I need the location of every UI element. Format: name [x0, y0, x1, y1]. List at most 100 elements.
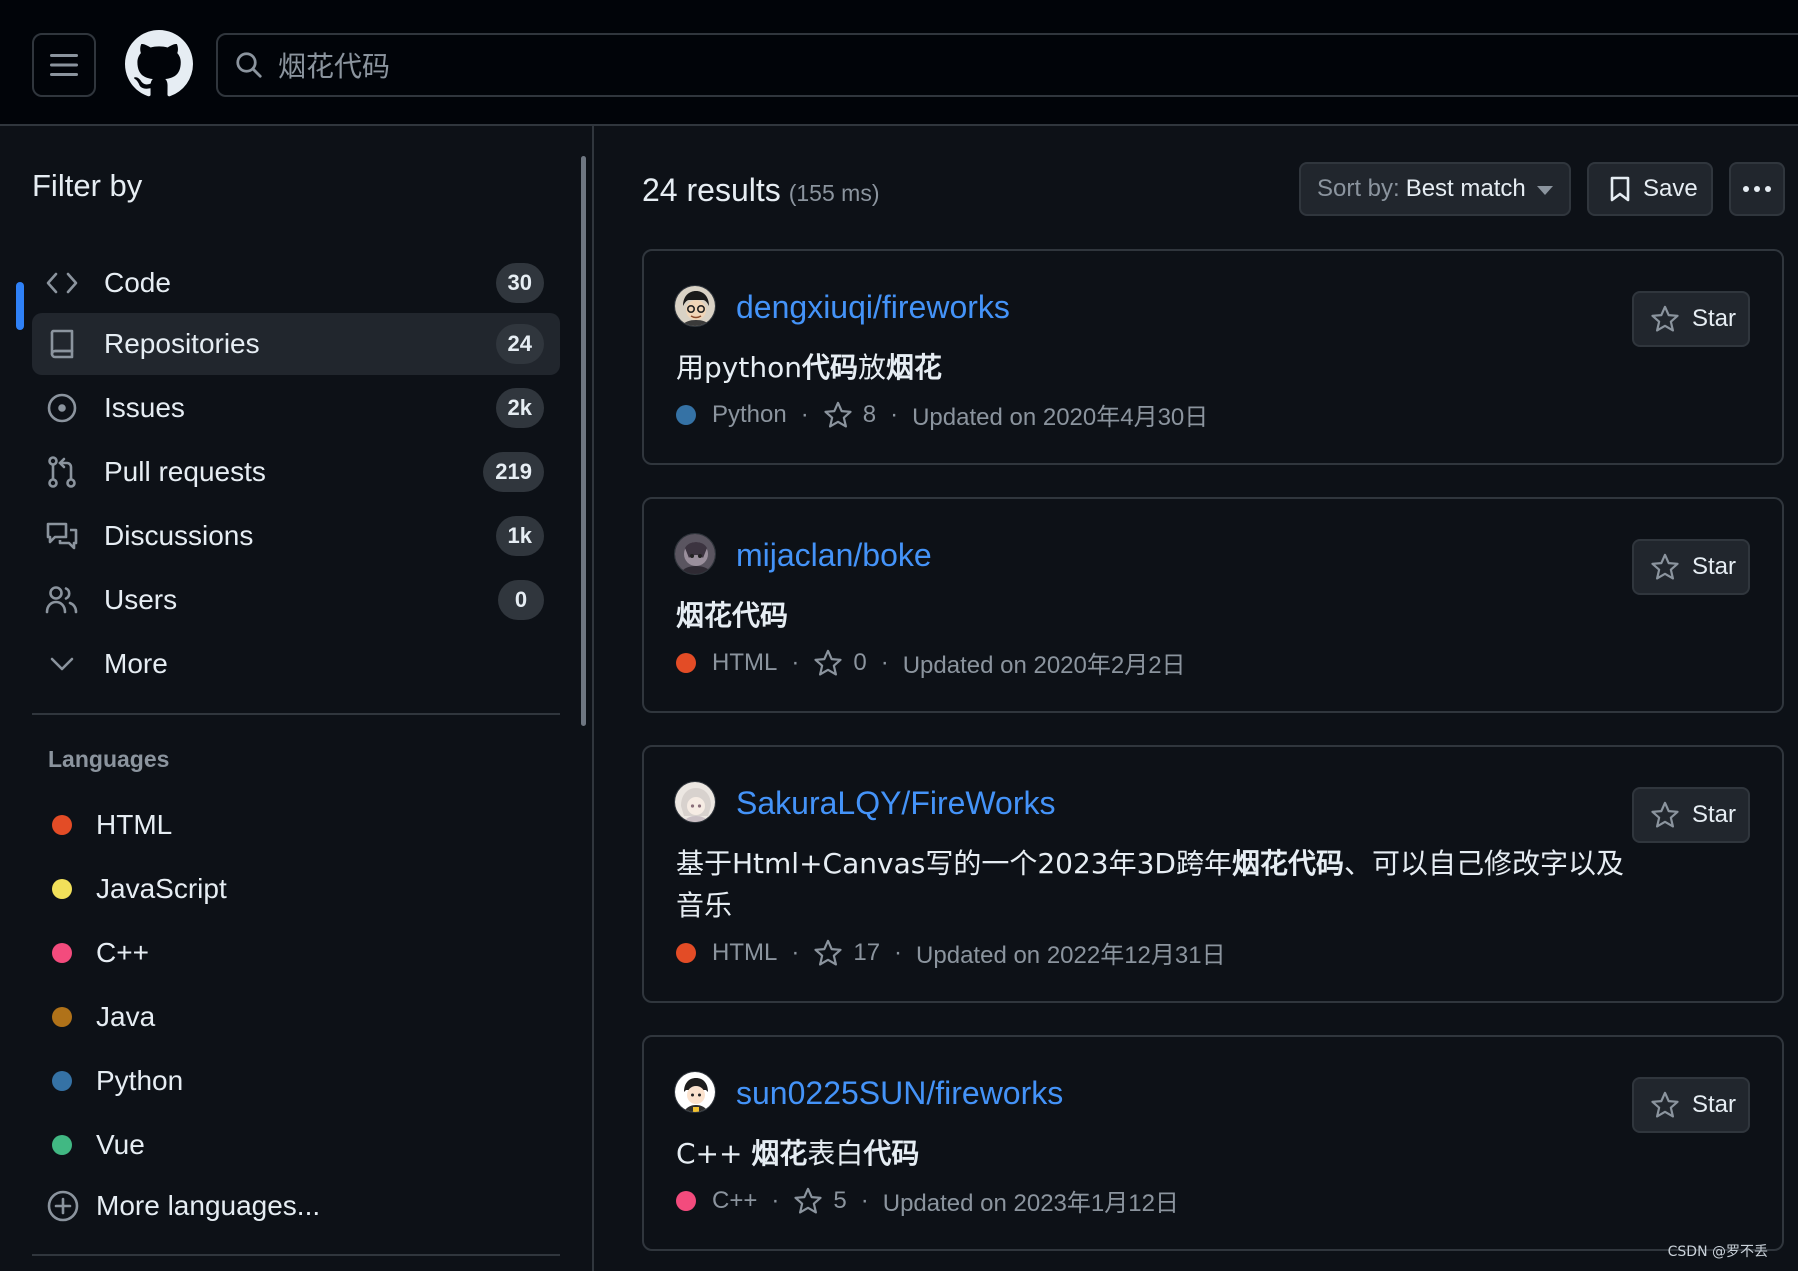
language-color-dot	[52, 1007, 72, 1027]
search-icon	[234, 50, 264, 80]
repo-description: 用python代码放烟花	[676, 351, 942, 384]
language-filter-html[interactable]: HTML	[52, 809, 172, 841]
language-color-dot	[52, 1135, 72, 1155]
language-filter-java[interactable]: Java	[52, 1001, 155, 1033]
separator: ·	[890, 400, 899, 428]
separator: ·	[880, 648, 889, 676]
sidebar-item-label: Issues	[104, 392, 185, 423]
separator: ·	[791, 938, 800, 966]
sidebar-item-label: Code	[104, 267, 171, 298]
repo-updated: Updated on 2022年12月31日	[916, 942, 1226, 969]
sidebar-item-label: Repositories	[104, 328, 260, 359]
pull-request-icon	[42, 455, 82, 489]
languages-title: Languages	[48, 746, 170, 772]
language-color-dot	[676, 652, 696, 673]
repo-name-link[interactable]: SakuraLQY/FireWorks	[736, 785, 1056, 822]
star-label: Star	[1692, 553, 1737, 580]
results-time: (155 ms)	[788, 180, 880, 206]
sidebar-item-label: More	[104, 648, 168, 679]
discussion-icon	[42, 519, 82, 553]
kebab-dot	[1765, 186, 1771, 192]
divider	[32, 1254, 560, 1256]
top-header: 烟花代码	[0, 0, 1798, 126]
caret-down-icon	[1537, 186, 1553, 195]
sidebar-item-repositories[interactable]: Repositories 24	[32, 313, 560, 375]
star-button[interactable]: Star	[1632, 787, 1750, 843]
avatar[interactable]	[674, 285, 716, 327]
repo-result-card: mijaclan/boke 烟花代码 HTML · 0 · Updated on…	[642, 497, 1784, 713]
repo-stars: 17	[853, 938, 881, 966]
sidebar-item-users[interactable]: Users 0	[32, 569, 560, 631]
language-color-dot	[52, 815, 72, 835]
star-button[interactable]: Star	[1632, 1077, 1750, 1133]
count-badge: 30	[495, 263, 544, 303]
repo-language: HTML	[712, 648, 778, 676]
more-languages-label: More languages...	[96, 1190, 321, 1221]
separator: ·	[791, 648, 800, 676]
divider	[32, 713, 560, 715]
save-label: Save	[1643, 175, 1698, 202]
repo-name-link[interactable]: dengxiuqi/fireworks	[736, 289, 1010, 326]
kebab-dot	[1743, 186, 1749, 192]
github-logo-icon[interactable]	[125, 30, 193, 98]
avatar[interactable]	[674, 1071, 716, 1113]
repo-result-card: dengxiuqi/fireworks 用python代码放烟花 Python …	[642, 249, 1784, 465]
language-label: C++	[96, 937, 149, 968]
repo-name-link[interactable]: mijaclan/boke	[736, 537, 932, 574]
language-filter-python[interactable]: Python	[52, 1065, 183, 1097]
chevron-down-icon	[42, 647, 82, 681]
count-badge: 24	[495, 324, 544, 364]
language-label: Vue	[96, 1129, 145, 1160]
count-badge: 219	[483, 452, 544, 492]
bookmark-icon	[1610, 176, 1630, 202]
repo-updated: Updated on 2020年2月2日	[902, 652, 1186, 679]
star-label: Star	[1692, 801, 1737, 828]
more-options-button[interactable]	[1729, 162, 1785, 216]
language-color-dot	[52, 879, 72, 899]
repo-meta: Python · 8 · Updated on 2020年4月30日	[676, 397, 1208, 432]
separator: ·	[894, 938, 903, 966]
language-label: JavaScript	[96, 873, 227, 904]
save-button[interactable]: Save	[1587, 162, 1713, 216]
count-badge: 1k	[495, 516, 544, 556]
language-label: Python	[96, 1065, 184, 1096]
sidebar-item-issues[interactable]: Issues 2k	[32, 377, 560, 439]
sort-dropdown[interactable]: Sort by: Best match	[1299, 162, 1571, 216]
repo-language: Python	[712, 400, 787, 428]
sidebar-item-more[interactable]: More	[32, 633, 560, 695]
search-input[interactable]: 烟花代码	[216, 33, 1798, 97]
star-icon	[1651, 1091, 1679, 1118]
repo-name-link[interactable]: sun0225SUN/fireworks	[736, 1075, 1063, 1112]
sort-prefix: Sort by:	[1317, 175, 1400, 202]
star-button[interactable]: Star	[1632, 539, 1750, 595]
avatar[interactable]	[674, 781, 716, 823]
sidebar-scrollbar[interactable]	[581, 156, 586, 726]
sidebar-item-label: Discussions	[104, 520, 254, 551]
avatar[interactable]	[674, 533, 716, 575]
repo-description: 基于Html+Canvas写的一个2023年3D跨年烟花代码、可以自己修改字以及…	[676, 847, 1624, 922]
star-button[interactable]: Star	[1632, 291, 1750, 347]
separator: ·	[800, 400, 809, 428]
plus-circle-icon	[47, 1190, 79, 1222]
results-panel: 24 results (155 ms) Sort by: Best match …	[594, 126, 1798, 1271]
kebab-dot	[1754, 186, 1760, 192]
sidebar-item-code[interactable]: Code 30	[32, 252, 560, 314]
language-color-dot	[52, 1071, 72, 1091]
star-icon	[813, 939, 843, 967]
repo-meta: C++ · 5 · Updated on 2023年1月12日	[676, 1183, 1179, 1218]
count-badge: 0	[498, 580, 544, 620]
star-icon	[1651, 305, 1679, 332]
repo-description: 烟花代码	[676, 599, 789, 632]
language-filter-javascript[interactable]: JavaScript	[52, 873, 227, 905]
language-color-dot	[676, 404, 696, 425]
language-filter-cpp[interactable]: C++	[52, 937, 149, 969]
language-filter-vue[interactable]: Vue	[52, 1129, 145, 1161]
sidebar-item-pull-requests[interactable]: Pull requests 219	[32, 441, 560, 503]
watermark: CSDN @罗不丢	[1667, 1244, 1768, 1260]
more-languages-link[interactable]: More languages...	[46, 1189, 320, 1223]
language-label: Java	[96, 1001, 156, 1032]
separator: ·	[860, 1186, 869, 1214]
sidebar-item-discussions[interactable]: Discussions 1k	[32, 505, 560, 567]
menu-button[interactable]	[32, 33, 96, 97]
results-count: 24 results	[642, 172, 781, 208]
